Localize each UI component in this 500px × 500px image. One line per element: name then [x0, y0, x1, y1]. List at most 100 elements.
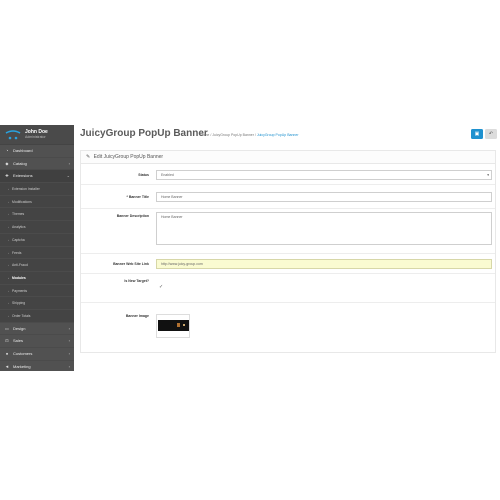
banner-title-row: * Banner Title Home Banner: [81, 185, 495, 209]
bullet-icon: ›: [8, 237, 9, 242]
bullet-icon: ›: [8, 225, 9, 230]
bullet-icon: ›: [8, 199, 9, 204]
banner-image-row: Banner Image: [81, 303, 495, 352]
chevron-right-icon: ›: [68, 363, 70, 369]
bullet-icon: ›: [8, 212, 9, 217]
sidebar-subitem-label: Order Totals: [12, 313, 31, 318]
sidebar-subitem-label: Payments: [12, 288, 28, 293]
user-profile[interactable]: John Doe Administrator: [0, 125, 74, 145]
sidebar-subitem-label: Modifications: [12, 199, 32, 204]
sidebar-subitem-label: Anti-Fraud: [12, 263, 28, 268]
banner-link-value: http://www.juicy-group.com: [161, 262, 203, 266]
sidebar-subitem-themes[interactable]: › Themes: [0, 208, 74, 222]
banner-image-label: Banner Image: [125, 314, 149, 318]
banner-link-input[interactable]: http://www.juicy-group.com: [156, 259, 492, 269]
sidebar-subitem-label: Shipping: [12, 301, 26, 306]
opencart-logo-icon: [5, 130, 21, 140]
save-icon: ▣: [474, 131, 480, 137]
breadcrumb-home[interactable]: Home: [200, 133, 209, 137]
status-row: Status Enabled ▾: [81, 165, 495, 185]
sidebar-subitem-anti-fraud[interactable]: › Anti-Fraud: [0, 259, 74, 272]
sidebar-item-label: Extensions: [13, 173, 33, 179]
sidebar-item-extensions[interactable]: ✚ Extensions ⌄: [0, 170, 74, 184]
sidebar-subitem-label: Themes: [12, 212, 25, 217]
chevron-down-icon: ⌄: [66, 173, 70, 179]
sidebar-subitem-label: Analytics: [12, 225, 26, 230]
admin-window: John Doe Administrator ◔ Dashboard ◆ Cat…: [0, 125, 500, 371]
cart-icon: ⊡: [5, 338, 9, 344]
sidebar-subitem-modifications[interactable]: › Modifications: [0, 195, 74, 209]
banner-link-row: Banner Web Site Link http://www.juicy-gr…: [81, 254, 495, 274]
main-content: JuicyGroup PopUp Banner Home / JuicyGrou…: [74, 125, 500, 371]
new-target-checkbox[interactable]: ✓: [159, 284, 163, 290]
sidebar-subitem-payments[interactable]: › Payments: [0, 284, 74, 298]
sidebar-menu: ◔ Dashboard ◆ Catalog › ✚ Extensions ⌄ ›…: [0, 145, 74, 371]
banner-description-row: Banner Description Home Banner: [81, 209, 495, 254]
sidebar-item-label: Marketing: [13, 363, 31, 369]
breadcrumb-current[interactable]: JuicyGroup PopUp Banner: [257, 133, 299, 137]
bullet-icon: ›: [8, 250, 9, 255]
status-value: Enabled: [161, 173, 174, 177]
reply-icon: ↶: [488, 131, 494, 137]
puzzle-icon: ✚: [5, 173, 9, 179]
panel-heading: ✎ Edit JuicyGroup PopUp Banner: [81, 151, 495, 164]
user-role: Administrator: [25, 135, 46, 139]
sidebar-subitem-modules[interactable]: › Modules: [0, 271, 74, 285]
chevron-right-icon: ›: [68, 160, 70, 166]
banner-description-label: Banner Description: [116, 214, 149, 218]
sidebar-subitem-extension-installer[interactable]: › Extension Installer: [0, 183, 74, 196]
banner-description-textarea[interactable]: Home Banner: [156, 212, 492, 245]
chevron-right-icon: ›: [68, 351, 70, 356]
users-icon: ●: [5, 351, 9, 356]
sidebar-item-sales[interactable]: ⊡ Sales ›: [0, 335, 74, 348]
banner-image-thumbnail[interactable]: [156, 314, 190, 338]
sidebar-subitem-label: Feeds: [12, 250, 22, 255]
new-target-row: Is New Target? ✓: [81, 274, 495, 303]
sidebar-item-design[interactable]: ▭ Design ›: [0, 323, 74, 336]
cancel-button[interactable]: ↶: [485, 129, 497, 139]
bullet-icon: ›: [8, 263, 9, 268]
sidebar-item-label: Sales: [13, 338, 24, 344]
sidebar-item-catalog[interactable]: ◆ Catalog ›: [0, 158, 74, 171]
sidebar-subitem-label: Modules: [12, 275, 26, 280]
sidebar-item-label: Design: [13, 325, 26, 331]
status-select[interactable]: Enabled ▾: [156, 170, 492, 180]
sidebar-subitem-analytics[interactable]: › Analytics: [0, 221, 74, 234]
sidebar-item-customers[interactable]: ● Customers ›: [0, 348, 74, 361]
sidebar-item-label: Dashboard: [13, 148, 33, 153]
banner-link-label: Banner Web Site Link: [113, 262, 149, 266]
banner-description-value: Home Banner: [161, 215, 183, 219]
sidebar-subitem-captcha[interactable]: › Captcha: [0, 233, 74, 247]
panel-title: Edit JuicyGroup PopUp Banner: [93, 154, 164, 160]
save-button[interactable]: ▣: [471, 129, 483, 139]
page-title: JuicyGroup PopUp Banner: [80, 128, 208, 139]
pencil-icon: ✎: [86, 154, 91, 160]
sidebar-item-marketing[interactable]: ◄ Marketing ›: [0, 361, 74, 371]
bullet-icon: ›: [8, 187, 9, 192]
bullet-icon: ›: [8, 301, 9, 306]
bullet-icon: ›: [8, 288, 9, 293]
desktop-icon: ▭: [5, 325, 9, 331]
bullet-icon: ›: [8, 313, 9, 318]
tag-icon: ◆: [5, 160, 9, 166]
dashboard-icon: ◔: [5, 148, 9, 153]
sidebar-subitem-feeds[interactable]: › Feeds: [0, 246, 74, 260]
sidebar-subitem-label: Extension Installer: [12, 187, 40, 192]
sidebar-subitem-shipping[interactable]: › Shipping: [0, 297, 74, 310]
banner-title-label: * Banner Title: [126, 195, 150, 199]
new-target-label: Is New Target?: [124, 279, 149, 283]
sidebar-subitem-label: Captcha: [12, 237, 25, 242]
select-arrow-icon: ▾: [487, 173, 489, 177]
breadcrumb-module[interactable]: JuicyGroup PopUp Banner: [212, 133, 254, 137]
sidebar-subitem-order-totals[interactable]: › Order Totals: [0, 309, 74, 323]
sidebar: John Doe Administrator ◔ Dashboard ◆ Cat…: [0, 125, 74, 371]
sidebar-item-label: Customers: [13, 351, 33, 356]
share-icon: ◄: [4, 363, 10, 369]
sidebar-item-dashboard[interactable]: ◔ Dashboard: [0, 145, 74, 158]
chevron-right-icon: ›: [68, 325, 70, 331]
bullet-icon: ›: [8, 275, 9, 280]
banner-title-input[interactable]: Home Banner: [156, 192, 492, 202]
chevron-right-icon: ›: [68, 338, 70, 344]
edit-panel: ✎ Edit JuicyGroup PopUp Banner Status En…: [80, 150, 496, 353]
banner-image: [158, 320, 189, 331]
